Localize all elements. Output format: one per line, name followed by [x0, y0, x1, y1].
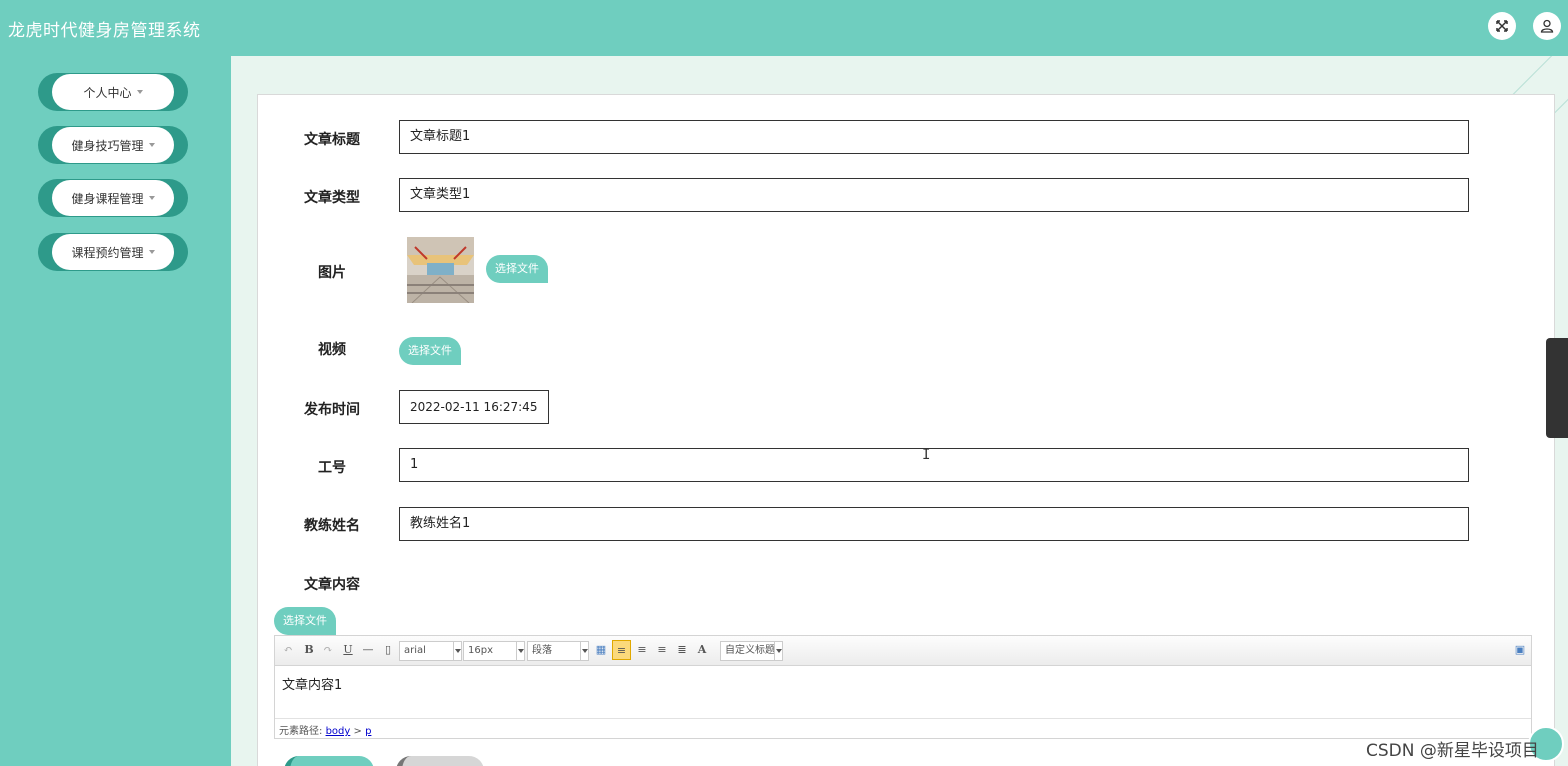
path-separator: >: [353, 726, 362, 737]
align-center-icon[interactable]: ≡: [655, 643, 669, 657]
sidebar: 个人中心 健身技巧管理 健身课程管理 课程预约管理: [0, 56, 231, 766]
element-path-label: 元素路径:: [279, 726, 323, 737]
path-p-link[interactable]: p: [365, 726, 371, 737]
cancel-button[interactable]: [396, 756, 484, 766]
paragraph-select[interactable]: 段落: [527, 641, 589, 661]
sidebar-item-personal-center[interactable]: 个人中心: [38, 73, 188, 111]
font-size-value: 16px: [468, 645, 493, 656]
video-label: 视频: [318, 342, 346, 358]
content-choose-file-button[interactable]: 选择文件: [274, 607, 336, 635]
page-icon[interactable]: ▯: [381, 643, 395, 657]
element-path: 元素路径: body > p: [275, 718, 1531, 738]
paragraph-value: 段落: [532, 645, 552, 656]
video-choose-file-button[interactable]: 选择文件: [399, 337, 461, 365]
redo-icon[interactable]: ↷: [321, 643, 335, 657]
custom-title-value: 自定义标题: [725, 645, 775, 656]
path-body-link[interactable]: body: [326, 726, 351, 737]
sidebar-item-fitness-courses[interactable]: 健身课程管理: [38, 179, 188, 217]
underline-icon[interactable]: U: [341, 643, 355, 657]
fullscreen-button[interactable]: [1488, 12, 1516, 40]
sidebar-item-fitness-tips[interactable]: 健身技巧管理: [38, 126, 188, 164]
image-choose-file-button[interactable]: 选择文件: [486, 255, 548, 283]
type-input[interactable]: 文章类型1: [399, 178, 1469, 212]
publish-time-label: 发布时间: [304, 402, 360, 418]
watermark: CSDN @新星毕设项目: [1366, 741, 1539, 761]
caret-down-icon: [148, 196, 155, 200]
caret-down-icon: [148, 143, 155, 147]
top-bar: 龙虎时代健身房管理系统: [0, 0, 1568, 56]
bold-icon[interactable]: B: [302, 643, 316, 657]
sidebar-item-label: 个人中心: [83, 85, 132, 100]
submit-button[interactable]: [284, 756, 374, 766]
rich-text-editor: ↶ B ↷ U — ▯ arial 16px 段落 ▦ ≡ ≡ ≡ ≣ A 自定…: [274, 635, 1532, 739]
custom-title-select[interactable]: 自定义标题: [720, 641, 783, 661]
job-no-label: 工号: [318, 460, 346, 476]
sidebar-item-label: 课程预约管理: [71, 245, 144, 260]
app-title: 龙虎时代健身房管理系统: [8, 21, 201, 41]
align-left-icon[interactable]: ≡: [612, 640, 631, 660]
publish-time-input[interactable]: 2022-02-11 16:27:45: [399, 390, 549, 424]
text-cursor-icon: I: [922, 447, 931, 463]
job-no-input[interactable]: 1: [399, 448, 1469, 482]
caret-down-icon: [148, 250, 155, 254]
align-justify-icon[interactable]: ≣: [675, 643, 689, 657]
image-thumbnail: [407, 237, 474, 303]
editor-content[interactable]: 文章内容1: [275, 666, 1531, 718]
font-family-select[interactable]: arial: [399, 641, 462, 661]
content-label: 文章内容: [304, 577, 360, 593]
editor-toolbar: ↶ B ↷ U — ▯ arial 16px 段落 ▦ ≡ ≡ ≡ ≣ A 自定…: [275, 636, 1531, 666]
title-input[interactable]: 文章标题1: [399, 120, 1469, 154]
sidebar-item-label: 健身课程管理: [71, 191, 144, 206]
sidebar-item-course-booking[interactable]: 课程预约管理: [38, 233, 188, 271]
title-label: 文章标题: [304, 132, 360, 148]
horizontal-rule-icon[interactable]: —: [361, 643, 375, 657]
user-icon: [1540, 19, 1554, 33]
side-tab-handle[interactable]: [1546, 338, 1568, 438]
coach-name-label: 教练姓名: [304, 518, 360, 534]
table-icon[interactable]: ▦: [594, 643, 608, 657]
coach-name-input[interactable]: 教练姓名1: [399, 507, 1469, 541]
fullscreen-editor-icon[interactable]: ▣: [1513, 643, 1527, 657]
user-button[interactable]: [1533, 12, 1561, 40]
fullscreen-icon: [1496, 20, 1508, 32]
undo-icon[interactable]: ↶: [281, 643, 295, 657]
align-right-icon[interactable]: ≡: [635, 643, 649, 657]
caret-down-icon: [136, 90, 143, 94]
image-label: 图片: [318, 265, 346, 281]
font-family-value: arial: [404, 645, 426, 656]
font-size-select[interactable]: 16px: [463, 641, 525, 661]
font-color-icon[interactable]: A: [695, 643, 709, 657]
type-label: 文章类型: [304, 190, 360, 206]
sidebar-item-label: 健身技巧管理: [71, 138, 144, 153]
